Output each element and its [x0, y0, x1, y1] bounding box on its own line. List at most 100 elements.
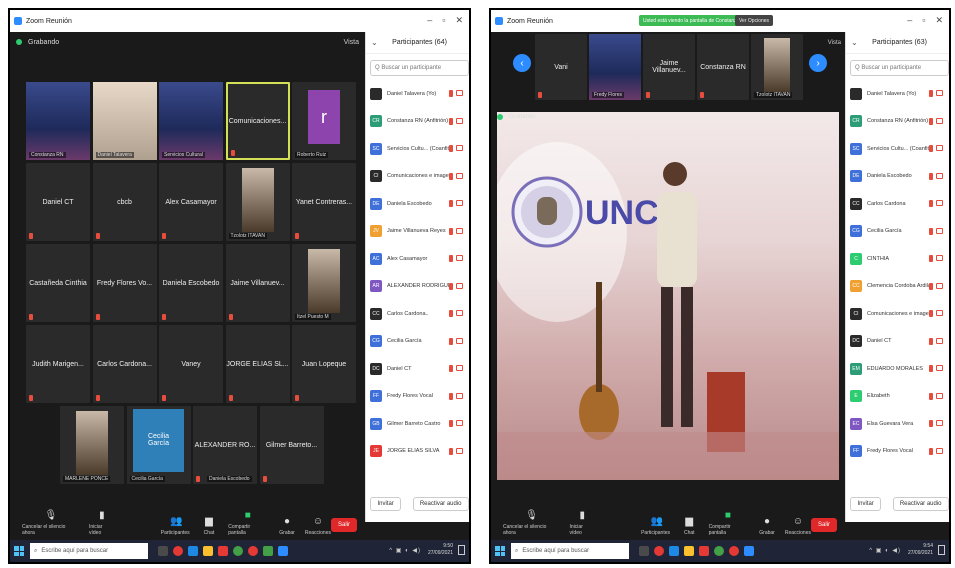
zoom-taskbar-icon[interactable]: [278, 546, 288, 556]
participant-row[interactable]: CC Carlos Cardona: [850, 190, 949, 218]
participant-tile[interactable]: Fredy Flores Vo...: [92, 244, 157, 322]
participant-tile[interactable]: Tzolotz ITAVAN: [225, 163, 290, 241]
participant-tile[interactable]: r Roberto Ruiz: [292, 82, 356, 160]
participant-row[interactable]: CI Comunicaciones e imagen instit...: [850, 300, 949, 328]
participant-row[interactable]: C CINTHIA: [850, 245, 949, 273]
next-page-button[interactable]: ›: [809, 54, 827, 72]
participant-search-input[interactable]: Q Buscar un participante: [370, 60, 469, 76]
participant-tile[interactable]: Comunicaciones...: [225, 82, 290, 160]
participant-row[interactable]: CI Comunicaciones e imagen instit...: [370, 163, 469, 191]
participant-row[interactable]: GB Gilmer Barreto Castro: [370, 410, 469, 438]
participant-tile[interactable]: Itzel Puesto M: [292, 244, 356, 322]
participant-tile[interactable]: Cecilia García Cecilia García: [126, 406, 191, 484]
participant-row[interactable]: JV Jaime Villanueva Reyes: [370, 218, 469, 246]
notifications-icon[interactable]: [458, 545, 465, 555]
participant-row[interactable]: CG Cecilia García: [370, 328, 469, 356]
leave-meeting-button[interactable]: Salir: [330, 518, 357, 532]
participant-tile[interactable]: Constanza RN: [697, 34, 749, 100]
participant-tile[interactable]: cbcb: [92, 163, 157, 241]
unmute-button[interactable]: 🎙 Cancelar el silencio ahora: [503, 510, 558, 536]
participant-tile[interactable]: Vaney: [159, 325, 223, 403]
participant-row[interactable]: DE Daniela Escobedo: [850, 163, 949, 191]
participant-row[interactable]: SC Servicios Cultu... (Coanfitrión): [370, 135, 469, 163]
whatsapp-icon[interactable]: [714, 546, 724, 556]
notifications-icon[interactable]: [938, 545, 945, 555]
file-explorer-icon[interactable]: [684, 546, 694, 556]
participant-tile[interactable]: Constanza RN: [26, 82, 90, 160]
start-video-button[interactable]: ▮ Iniciar vídeo: [570, 510, 596, 536]
taskbar-clock[interactable]: 9:50 27/09/2021: [428, 543, 453, 557]
security-icon[interactable]: [497, 114, 503, 120]
record-button[interactable]: ● Grabar: [759, 516, 775, 536]
participants-button[interactable]: 👥 Participantes: [641, 516, 670, 536]
view-button[interactable]: Vista: [344, 39, 359, 46]
participant-row[interactable]: Daniel Talavera (Yo): [850, 80, 949, 108]
taskbar-search-input[interactable]: ⌕ Escribe aquí para buscar: [30, 543, 148, 559]
close-button[interactable]: ✕: [455, 15, 463, 26]
participant-tile[interactable]: MARLENE PONCE: [60, 406, 124, 484]
collapse-chevron-icon[interactable]: ⌄: [851, 38, 858, 47]
edge-icon[interactable]: [188, 546, 198, 556]
participant-row[interactable]: SC Servicios Cultu... (Coanfitrión): [850, 135, 949, 163]
participant-tile[interactable]: Servicios Cultural: [159, 82, 223, 160]
participant-row[interactable]: AR ALEXANDER RODRIGUEZ SAUCEDO: [370, 273, 469, 301]
participant-tile[interactable]: JORGE ELIAS SL...: [225, 325, 290, 403]
participant-tile[interactable]: Jaime Villanuev...: [225, 244, 290, 322]
participant-tile[interactable]: Gilmer Barreto...: [259, 406, 324, 484]
participant-tile[interactable]: Yanet Contreras...: [292, 163, 356, 241]
maximize-button[interactable]: ▫: [442, 15, 445, 26]
participant-tile[interactable]: Carlos Cardona...: [92, 325, 157, 403]
participant-row[interactable]: CR Constanza RN (Anfitrión): [850, 108, 949, 136]
reactions-button[interactable]: ☺ Reacciones: [785, 516, 811, 536]
participant-row[interactable]: DC Daniel CT: [850, 328, 949, 356]
participant-row[interactable]: EM EDUARDO MORALES: [850, 355, 949, 383]
view-button[interactable]: Vista: [828, 40, 841, 46]
invite-button[interactable]: Invitar: [370, 497, 401, 511]
participant-tile[interactable]: Vani: [535, 34, 587, 100]
security-icon[interactable]: [16, 39, 22, 45]
share-screen-button[interactable]: ■ Compartir pantalla: [228, 510, 267, 536]
share-screen-button[interactable]: ■ Compartir pantalla: [709, 510, 748, 536]
leave-meeting-button[interactable]: Salir: [810, 518, 837, 532]
participant-row[interactable]: FF Fredy Flores Vocal: [370, 383, 469, 411]
reactions-button[interactable]: ☺ Reacciones: [305, 516, 331, 536]
participant-tile[interactable]: Daniela Escobedo: [159, 244, 223, 322]
participant-row[interactable]: DE Daniela Escobedo: [370, 190, 469, 218]
record-button[interactable]: ● Grabar: [279, 516, 295, 536]
unmute-all-button[interactable]: Reactivar audio: [412, 497, 469, 511]
participant-row[interactable]: DC Daniel CT: [370, 355, 469, 383]
participant-tile[interactable]: Alex Casamayor: [159, 163, 223, 241]
taskbar-search-input[interactable]: ⌕ Escribe aquí para buscar: [511, 543, 629, 559]
chat-button[interactable]: ▆ Chat: [204, 516, 215, 536]
zoom-taskbar-icon[interactable]: [744, 546, 754, 556]
office-icon[interactable]: [699, 546, 709, 556]
participant-search-input[interactable]: Q Buscar un participante: [850, 60, 949, 76]
collapse-chevron-icon[interactable]: ⌄: [371, 38, 378, 47]
participant-row[interactable]: CC Carlos Cardona..: [370, 300, 469, 328]
participant-row[interactable]: AC Alex Casamayor: [370, 245, 469, 273]
participant-tile[interactable]: Tzolotz ITAVAN: [751, 34, 803, 100]
chat-button[interactable]: ▆ Chat: [684, 516, 695, 536]
maximize-button[interactable]: ▫: [922, 15, 925, 26]
participant-row[interactable]: CG Cecilia García: [850, 218, 949, 246]
chrome-icon[interactable]: [654, 546, 664, 556]
close-button[interactable]: ✕: [935, 15, 943, 26]
task-view-icon[interactable]: [158, 546, 168, 556]
participant-tile[interactable]: Jaime Villanuev...: [643, 34, 695, 100]
view-options-button[interactable]: Ver Opciones: [735, 15, 774, 26]
participant-tile[interactable]: ALEXANDER RO... Daniela Escobedo: [193, 406, 257, 484]
office-icon[interactable]: [218, 546, 228, 556]
participant-row[interactable]: E Elizabeth: [850, 383, 949, 411]
participant-row[interactable]: CC Clemencia Cordoba Ardila: [850, 273, 949, 301]
participant-row[interactable]: CR Constanza RN (Anfitrión): [370, 108, 469, 136]
participant-tile[interactable]: Fredy Flores: [589, 34, 641, 100]
participant-row[interactable]: FF Fredy Flores Vocal: [850, 438, 949, 466]
minimize-button[interactable]: –: [907, 15, 912, 26]
participant-tile[interactable]: Juan Lopeque: [292, 325, 356, 403]
windows-start-icon[interactable]: [14, 546, 24, 556]
taskbar-clock[interactable]: 9:54 27/09/2021: [908, 543, 933, 557]
unmute-all-button[interactable]: Reactivar audio: [892, 497, 949, 511]
participant-tile[interactable]: Daniel CT: [26, 163, 90, 241]
participant-tile[interactable]: Castañeda Cinthia: [26, 244, 90, 322]
participant-row[interactable]: JE JORGE ELIAS SILVA: [370, 438, 469, 466]
